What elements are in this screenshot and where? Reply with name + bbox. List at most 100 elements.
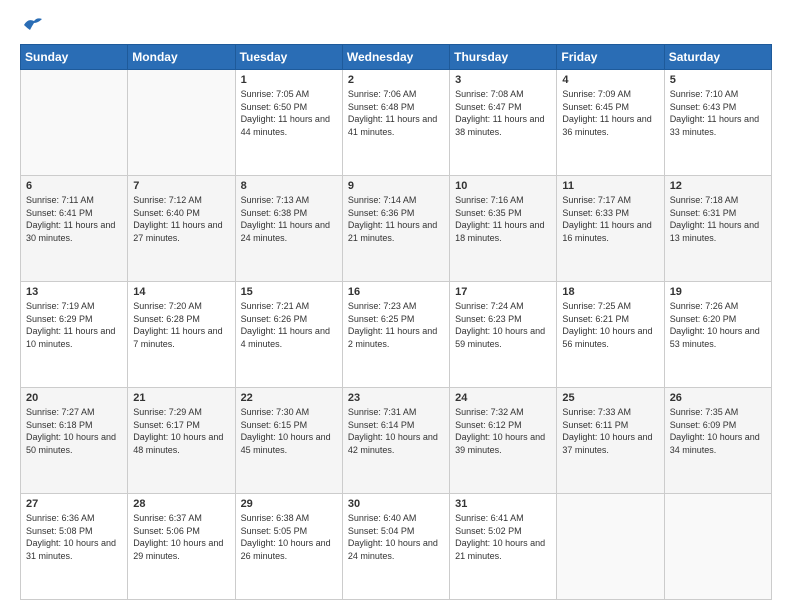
calendar-day-cell: 18 Sunrise: 7:25 AMSunset: 6:21 PMDayligh… xyxy=(557,282,664,388)
day-of-week-header: Saturday xyxy=(664,45,771,70)
day-number: 23 xyxy=(348,392,444,404)
calendar-header-row: SundayMondayTuesdayWednesdayThursdayFrid… xyxy=(21,45,772,70)
calendar-day-cell: 19 Sunrise: 7:26 AMSunset: 6:20 PMDayligh… xyxy=(664,282,771,388)
calendar-week-row: 20 Sunrise: 7:27 AMSunset: 6:18 PMDayligh… xyxy=(21,388,772,494)
calendar: SundayMondayTuesdayWednesdayThursdayFrid… xyxy=(20,44,772,600)
day-number: 9 xyxy=(348,180,444,192)
day-number: 19 xyxy=(670,286,766,298)
calendar-day-cell: 28 Sunrise: 6:37 AMSunset: 5:06 PMDayligh… xyxy=(128,494,235,600)
day-info: Sunrise: 7:09 AMSunset: 6:45 PMDaylight:… xyxy=(562,88,658,138)
day-info: Sunrise: 7:14 AMSunset: 6:36 PMDaylight:… xyxy=(348,194,444,244)
day-number: 16 xyxy=(348,286,444,298)
day-number: 11 xyxy=(562,180,658,192)
day-number: 15 xyxy=(241,286,337,298)
calendar-day-cell: 25Sunrise: 7:33 AMSunset: 6:11 PMDayligh… xyxy=(557,388,664,494)
day-info: Sunrise: 7:31 AMSunset: 6:14 PMDaylight:… xyxy=(348,406,444,456)
day-info: Sunrise: 7:23 AMSunset: 6:25 PMDaylight:… xyxy=(348,300,444,350)
day-of-week-header: Wednesday xyxy=(342,45,449,70)
day-number: 24 xyxy=(455,392,551,404)
calendar-day-cell xyxy=(128,70,235,176)
day-info: Sunrise: 7:29 AMSunset: 6:17 PMDaylight:… xyxy=(133,406,229,456)
calendar-day-cell: 24Sunrise: 7:32 AMSunset: 6:12 PMDayligh… xyxy=(450,388,557,494)
day-info: Sunrise: 6:41 AMSunset: 5:02 PMDaylight:… xyxy=(455,512,551,562)
logo-bird-icon xyxy=(22,16,44,34)
calendar-week-row: 6 Sunrise: 7:11 AMSunset: 6:41 PMDaylight… xyxy=(21,176,772,282)
calendar-day-cell: 14Sunrise: 7:20 AMSunset: 6:28 PMDayligh… xyxy=(128,282,235,388)
calendar-day-cell: 31 Sunrise: 6:41 AMSunset: 5:02 PMDayligh… xyxy=(450,494,557,600)
day-number: 18 xyxy=(562,286,658,298)
calendar-day-cell: 21 Sunrise: 7:29 AMSunset: 6:17 PMDayligh… xyxy=(128,388,235,494)
header xyxy=(20,16,772,34)
day-number: 21 xyxy=(133,392,229,404)
day-of-week-header: Sunday xyxy=(21,45,128,70)
calendar-day-cell xyxy=(21,70,128,176)
day-number: 3 xyxy=(455,74,551,86)
calendar-day-cell: 7Sunrise: 7:12 AMSunset: 6:40 PMDaylight… xyxy=(128,176,235,282)
day-number: 25 xyxy=(562,392,658,404)
day-number: 1 xyxy=(241,74,337,86)
calendar-week-row: 1 Sunrise: 7:05 AMSunset: 6:50 PMDaylight… xyxy=(21,70,772,176)
day-number: 10 xyxy=(455,180,551,192)
day-of-week-header: Thursday xyxy=(450,45,557,70)
day-info: Sunrise: 7:24 AMSunset: 6:23 PMDaylight:… xyxy=(455,300,551,350)
calendar-day-cell: 1 Sunrise: 7:05 AMSunset: 6:50 PMDaylight… xyxy=(235,70,342,176)
day-number: 28 xyxy=(133,498,229,510)
day-number: 17 xyxy=(455,286,551,298)
calendar-day-cell: 23 Sunrise: 7:31 AMSunset: 6:14 PMDayligh… xyxy=(342,388,449,494)
calendar-day-cell: 16 Sunrise: 7:23 AMSunset: 6:25 PMDayligh… xyxy=(342,282,449,388)
calendar-day-cell: 9 Sunrise: 7:14 AMSunset: 6:36 PMDaylight… xyxy=(342,176,449,282)
day-number: 31 xyxy=(455,498,551,510)
day-number: 12 xyxy=(670,180,766,192)
calendar-day-cell: 5 Sunrise: 7:10 AMSunset: 6:43 PMDaylight… xyxy=(664,70,771,176)
calendar-day-cell: 22Sunrise: 7:30 AMSunset: 6:15 PMDayligh… xyxy=(235,388,342,494)
calendar-day-cell: 17 Sunrise: 7:24 AMSunset: 6:23 PMDayligh… xyxy=(450,282,557,388)
calendar-day-cell: 8 Sunrise: 7:13 AMSunset: 6:38 PMDaylight… xyxy=(235,176,342,282)
calendar-day-cell: 11 Sunrise: 7:17 AMSunset: 6:33 PMDayligh… xyxy=(557,176,664,282)
calendar-day-cell: 26Sunrise: 7:35 AMSunset: 6:09 PMDayligh… xyxy=(664,388,771,494)
day-info: Sunrise: 7:26 AMSunset: 6:20 PMDaylight:… xyxy=(670,300,766,350)
day-info: Sunrise: 7:16 AMSunset: 6:35 PMDaylight:… xyxy=(455,194,551,244)
day-of-week-header: Friday xyxy=(557,45,664,70)
day-of-week-header: Tuesday xyxy=(235,45,342,70)
calendar-day-cell: 6 Sunrise: 7:11 AMSunset: 6:41 PMDaylight… xyxy=(21,176,128,282)
day-info: Sunrise: 7:08 AMSunset: 6:47 PMDaylight:… xyxy=(455,88,551,138)
day-number: 8 xyxy=(241,180,337,192)
day-of-week-header: Monday xyxy=(128,45,235,70)
calendar-day-cell: 29 Sunrise: 6:38 AMSunset: 5:05 PMDayligh… xyxy=(235,494,342,600)
calendar-week-row: 13 Sunrise: 7:19 AMSunset: 6:29 PMDayligh… xyxy=(21,282,772,388)
day-info: Sunrise: 7:18 AMSunset: 6:31 PMDaylight:… xyxy=(670,194,766,244)
day-number: 4 xyxy=(562,74,658,86)
day-info: Sunrise: 7:11 AMSunset: 6:41 PMDaylight:… xyxy=(26,194,122,244)
calendar-day-cell: 30Sunrise: 6:40 AMSunset: 5:04 PMDayligh… xyxy=(342,494,449,600)
day-number: 7 xyxy=(133,180,229,192)
day-info: Sunrise: 7:27 AMSunset: 6:18 PMDaylight:… xyxy=(26,406,122,456)
day-info: Sunrise: 7:17 AMSunset: 6:33 PMDaylight:… xyxy=(562,194,658,244)
calendar-day-cell: 13 Sunrise: 7:19 AMSunset: 6:29 PMDayligh… xyxy=(21,282,128,388)
day-number: 27 xyxy=(26,498,122,510)
calendar-day-cell xyxy=(664,494,771,600)
day-info: Sunrise: 7:25 AMSunset: 6:21 PMDaylight:… xyxy=(562,300,658,350)
day-info: Sunrise: 6:37 AMSunset: 5:06 PMDaylight:… xyxy=(133,512,229,562)
day-info: Sunrise: 7:05 AMSunset: 6:50 PMDaylight:… xyxy=(241,88,337,138)
day-info: Sunrise: 7:19 AMSunset: 6:29 PMDaylight:… xyxy=(26,300,122,350)
calendar-day-cell: 12 Sunrise: 7:18 AMSunset: 6:31 PMDayligh… xyxy=(664,176,771,282)
day-number: 20 xyxy=(26,392,122,404)
day-info: Sunrise: 7:13 AMSunset: 6:38 PMDaylight:… xyxy=(241,194,337,244)
calendar-week-row: 27Sunrise: 6:36 AMSunset: 5:08 PMDayligh… xyxy=(21,494,772,600)
day-number: 29 xyxy=(241,498,337,510)
day-number: 5 xyxy=(670,74,766,86)
day-info: Sunrise: 7:10 AMSunset: 6:43 PMDaylight:… xyxy=(670,88,766,138)
day-info: Sunrise: 7:35 AMSunset: 6:09 PMDaylight:… xyxy=(670,406,766,456)
calendar-day-cell xyxy=(557,494,664,600)
calendar-day-cell: 20 Sunrise: 7:27 AMSunset: 6:18 PMDayligh… xyxy=(21,388,128,494)
calendar-day-cell: 15 Sunrise: 7:21 AMSunset: 6:26 PMDayligh… xyxy=(235,282,342,388)
day-info: Sunrise: 6:38 AMSunset: 5:05 PMDaylight:… xyxy=(241,512,337,562)
day-number: 22 xyxy=(241,392,337,404)
day-number: 2 xyxy=(348,74,444,86)
day-number: 6 xyxy=(26,180,122,192)
day-number: 13 xyxy=(26,286,122,298)
day-info: Sunrise: 7:20 AMSunset: 6:28 PMDaylight:… xyxy=(133,300,229,350)
day-info: Sunrise: 7:21 AMSunset: 6:26 PMDaylight:… xyxy=(241,300,337,350)
calendar-day-cell: 10 Sunrise: 7:16 AMSunset: 6:35 PMDayligh… xyxy=(450,176,557,282)
day-number: 30 xyxy=(348,498,444,510)
